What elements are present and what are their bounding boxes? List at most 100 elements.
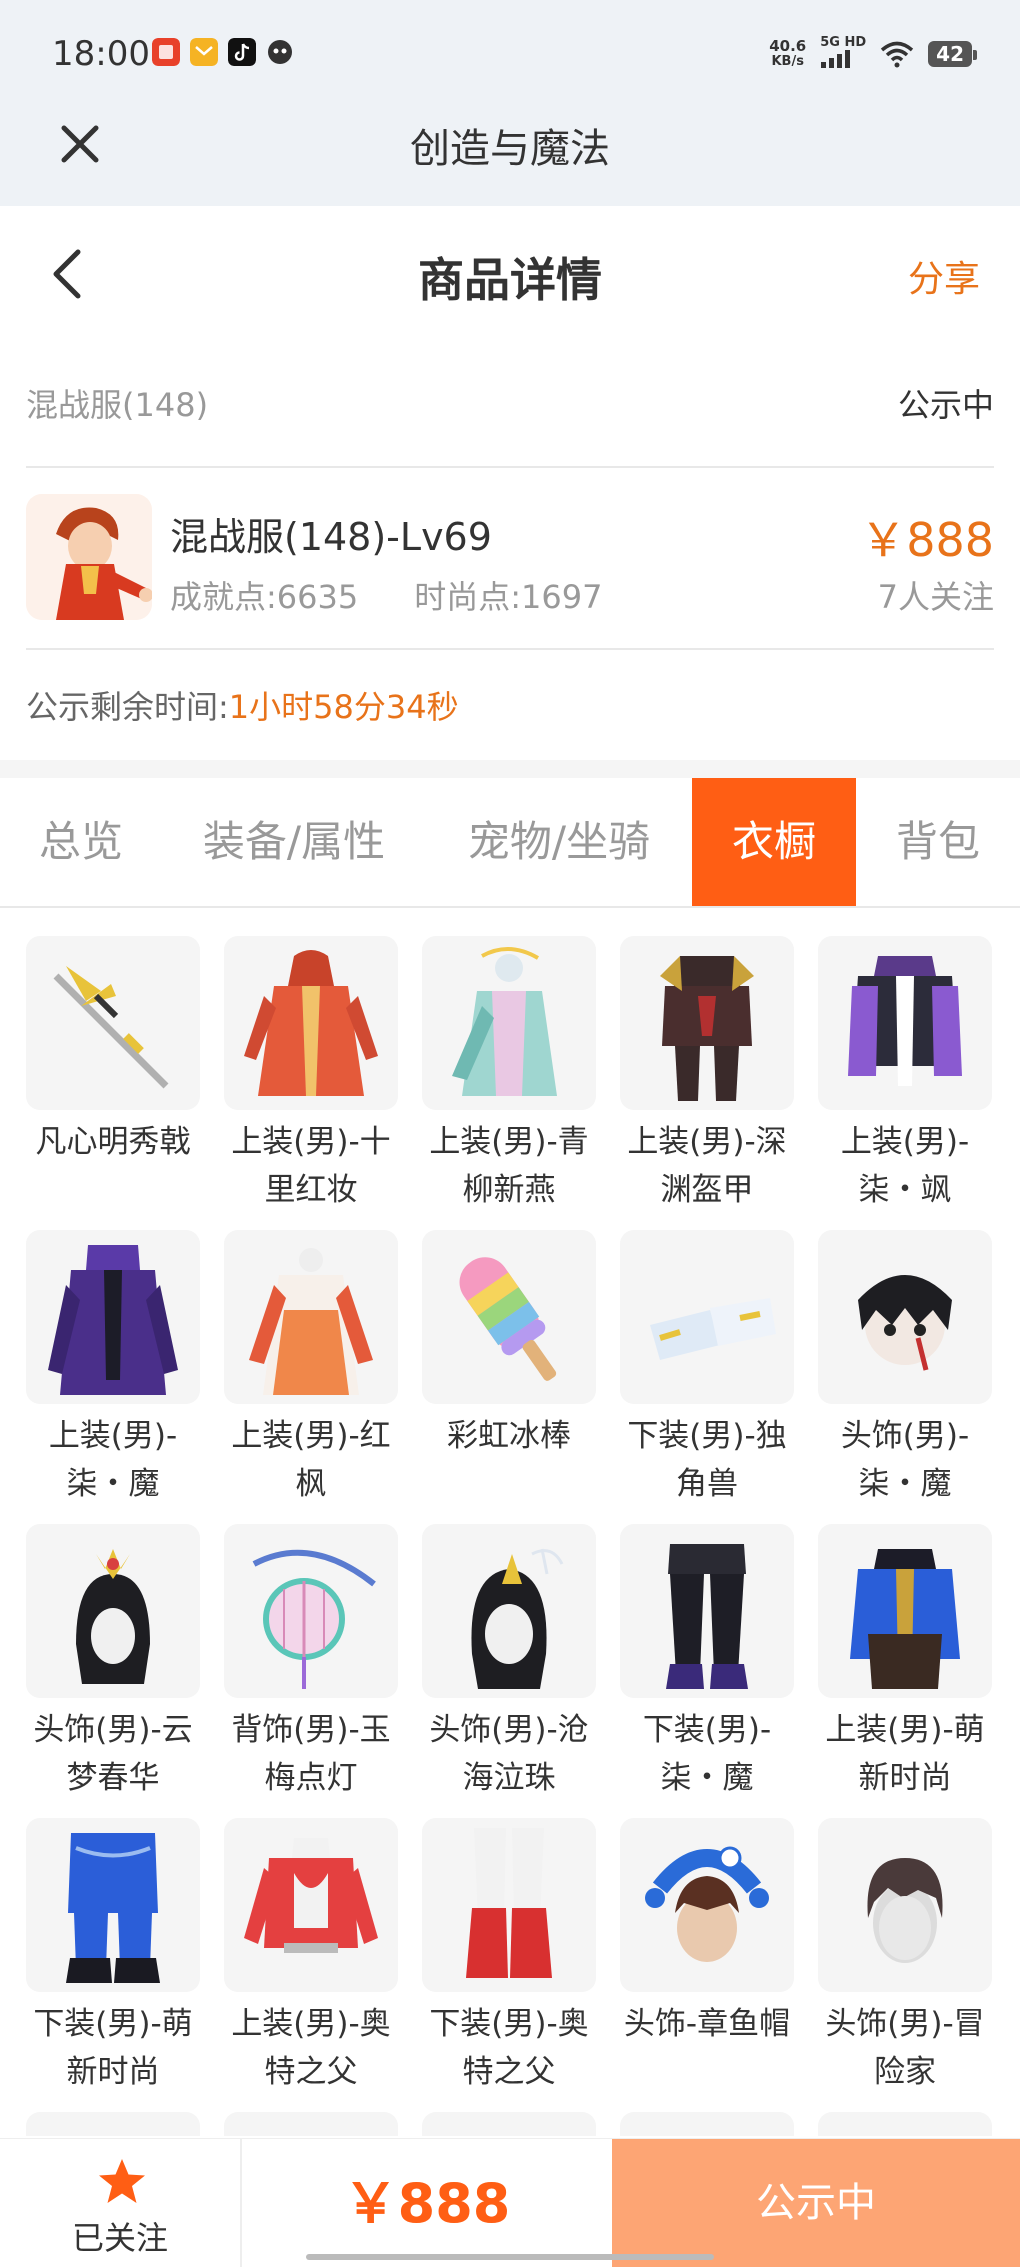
countdown-label: 公示剩余时间: (26, 688, 229, 726)
fashion-points: 时尚点:1697 (414, 578, 603, 616)
item-price: ￥888 (860, 513, 994, 567)
divider (26, 466, 994, 468)
server-name: 混战服(148) (26, 386, 209, 424)
wardrobe-item[interactable]: 下装(男)-奥特之父 (422, 1818, 596, 2096)
wardrobe-item-label: 上装(男)-深渊盔甲 (627, 1124, 787, 1208)
wardrobe-item[interactable]: 上装(男)-深渊盔甲 (620, 936, 794, 1214)
wardrobe-item[interactable]: 上装(男)-红枫 (224, 1230, 398, 1508)
network-type: 5G HD (820, 36, 866, 72)
wardrobe-item[interactable]: 头饰(男)-沧海泣珠 (422, 1524, 596, 1802)
wardrobe-item-label: 上装(男)-青柳新燕 (429, 1124, 589, 1208)
tab-equipment[interactable]: 装备/属性 (162, 778, 426, 906)
wardrobe-item-label: 上装(男)-奥特之父 (231, 2006, 391, 2090)
red-robe-icon (224, 936, 398, 1110)
wardrobe-item-partial[interactable] (818, 2112, 992, 2136)
network-label: 5G HD (820, 35, 867, 50)
wardrobe-item[interactable]: 下装(男)-萌新时尚 (26, 1818, 200, 2096)
countdown-value: 1小时58分34秒 (228, 688, 459, 726)
mini-program-title: 创造与魔法 (410, 126, 610, 172)
status-bar: 18:00 40.6 KB/s 5G HD 42 (0, 0, 1020, 104)
share-button[interactable]: 分享 (908, 250, 980, 302)
wardrobe-item[interactable]: 上装(男)-柒・飒 (818, 936, 992, 1214)
dark-armor-icon (620, 936, 794, 1110)
wardrobe-item-partial[interactable] (620, 2112, 794, 2136)
character-avatar (26, 494, 152, 620)
server-row: 混战服(148) 公示中 (26, 380, 994, 430)
wardrobe-item-label: 凡心明秀戟 (35, 1124, 191, 1160)
wardrobe-item-label: 头饰(男)-冒险家 (825, 2006, 985, 2090)
page-header: 商品详情 分享 (0, 206, 1020, 336)
wardrobe-item[interactable]: 彩虹冰棒 (422, 1230, 596, 1460)
countdown: 公示剩余时间:1小时58分34秒 (26, 682, 459, 728)
dark-pants-icon (620, 1524, 794, 1698)
item-summary: 混战服(148)-Lv69 成就点:6635 时尚点:1697 ￥888 7人关… (26, 494, 994, 624)
wardrobe-item-label: 下装(男)-奥特之父 (429, 2006, 589, 2090)
item-title: 混战服(148)-Lv69 (170, 515, 492, 559)
wardrobe-item-label: 下装(男)-独角兽 (627, 1418, 787, 1502)
follow-button[interactable]: 已关注 (0, 2139, 242, 2267)
follower-count: 7人关注 (877, 578, 994, 616)
follow-label: 已关注 (71, 2219, 168, 2257)
wardrobe-item[interactable]: 头饰-章鱼帽 (620, 1818, 794, 2048)
star-icon (99, 2159, 145, 2203)
tab-pets[interactable]: 宠物/坐骑 (426, 778, 692, 906)
wardrobe-item-label: 头饰(男)-柒・魔 (840, 1418, 970, 1502)
wardrobe-item[interactable]: 凡心明秀戟 (26, 936, 200, 1166)
tab-bar: 总览 装备/属性 宠物/坐骑 衣橱 背包 (0, 778, 1020, 908)
pearl-hair-icon (422, 1524, 596, 1698)
wardrobe-item-label: 上装(男)-萌新时尚 (825, 1712, 985, 1796)
wardrobe-item[interactable]: 头饰(男)-柒・魔 (818, 1230, 992, 1508)
wardrobe-item-label: 头饰-章鱼帽 (623, 2006, 791, 2042)
taobao-app-icon (152, 38, 180, 66)
notification-icons (152, 38, 294, 66)
divider (26, 648, 994, 650)
wardrobe-item-partial[interactable] (224, 2112, 398, 2136)
halberd-icon (26, 936, 200, 1110)
hero-top-icon (224, 1818, 398, 1992)
hero-boots-icon (422, 1818, 596, 1992)
ornate-hair-icon (26, 1524, 200, 1698)
wardrobe-item[interactable]: 头饰(男)-云梦春华 (26, 1524, 200, 1802)
item-stats: 成就点:6635 时尚点:1697 (170, 572, 602, 618)
mail-app-icon (190, 38, 218, 66)
masked-head-icon (818, 1230, 992, 1404)
wardrobe-item-partial[interactable] (26, 2112, 200, 2136)
wardrobe-item-label: 头饰(男)-云梦春华 (33, 1712, 193, 1796)
listing-status: 公示中 (897, 386, 994, 424)
wardrobe-item[interactable]: 上装(男)-青柳新燕 (422, 936, 596, 1214)
publicity-status-button[interactable]: 公示中 (612, 2139, 1020, 2267)
blue-pants-icon (26, 1818, 200, 1992)
bottom-price: ￥888 (343, 2172, 511, 2235)
home-indicator (306, 2254, 714, 2260)
status-time: 18:00 (52, 34, 150, 74)
speed-unit: KB/s (771, 54, 804, 69)
wardrobe-item-label: 下装(男)-柒・魔 (642, 1712, 772, 1796)
wardrobe-item[interactable]: 上装(男)-柒・魔 (26, 1230, 200, 1508)
lantern-icon (224, 1524, 398, 1698)
wardrobe-item-partial[interactable] (422, 2112, 596, 2136)
wardrobe-item[interactable]: 上装(男)-萌新时尚 (818, 1524, 992, 1802)
tab-overview[interactable]: 总览 (0, 778, 162, 906)
achievement-points: 成就点:6635 (170, 578, 359, 616)
wardrobe-item-label: 背饰(男)-玉梅点灯 (231, 1712, 391, 1796)
wardrobe-item[interactable]: 上装(男)-十里红妆 (224, 936, 398, 1214)
teal-robe-icon (422, 936, 596, 1110)
wardrobe-item[interactable]: 下装(男)-柒・魔 (620, 1524, 794, 1802)
status-right: 40.6 KB/s 5G HD 42 (769, 36, 977, 72)
wardrobe-item-label: 上装(男)-红枫 (231, 1418, 391, 1502)
rainbow-popsicle-icon (422, 1230, 596, 1404)
adventurer-hair-icon (818, 1818, 992, 1992)
wardrobe-item[interactable]: 上装(男)-奥特之父 (224, 1818, 398, 2096)
wardrobe-item-label: 下装(男)-萌新时尚 (33, 2006, 193, 2090)
wardrobe-item[interactable]: 下装(男)-独角兽 (620, 1230, 794, 1508)
signal-icon (821, 50, 851, 68)
wardrobe-item[interactable]: 背饰(男)-玉梅点灯 (224, 1524, 398, 1802)
wardrobe-item[interactable]: 头饰(男)-冒险家 (818, 1818, 992, 2096)
tab-wardrobe[interactable]: 衣橱 (692, 778, 856, 906)
speed-value: 40.6 (769, 37, 807, 55)
battery-icon: 42 (928, 41, 977, 67)
tiktok-app-icon (228, 38, 256, 66)
wardrobe-item-label: 头饰(男)-沧海泣珠 (429, 1712, 589, 1796)
network-speed: 40.6 KB/s (769, 38, 806, 70)
tab-backpack[interactable]: 背包 (856, 778, 1020, 906)
